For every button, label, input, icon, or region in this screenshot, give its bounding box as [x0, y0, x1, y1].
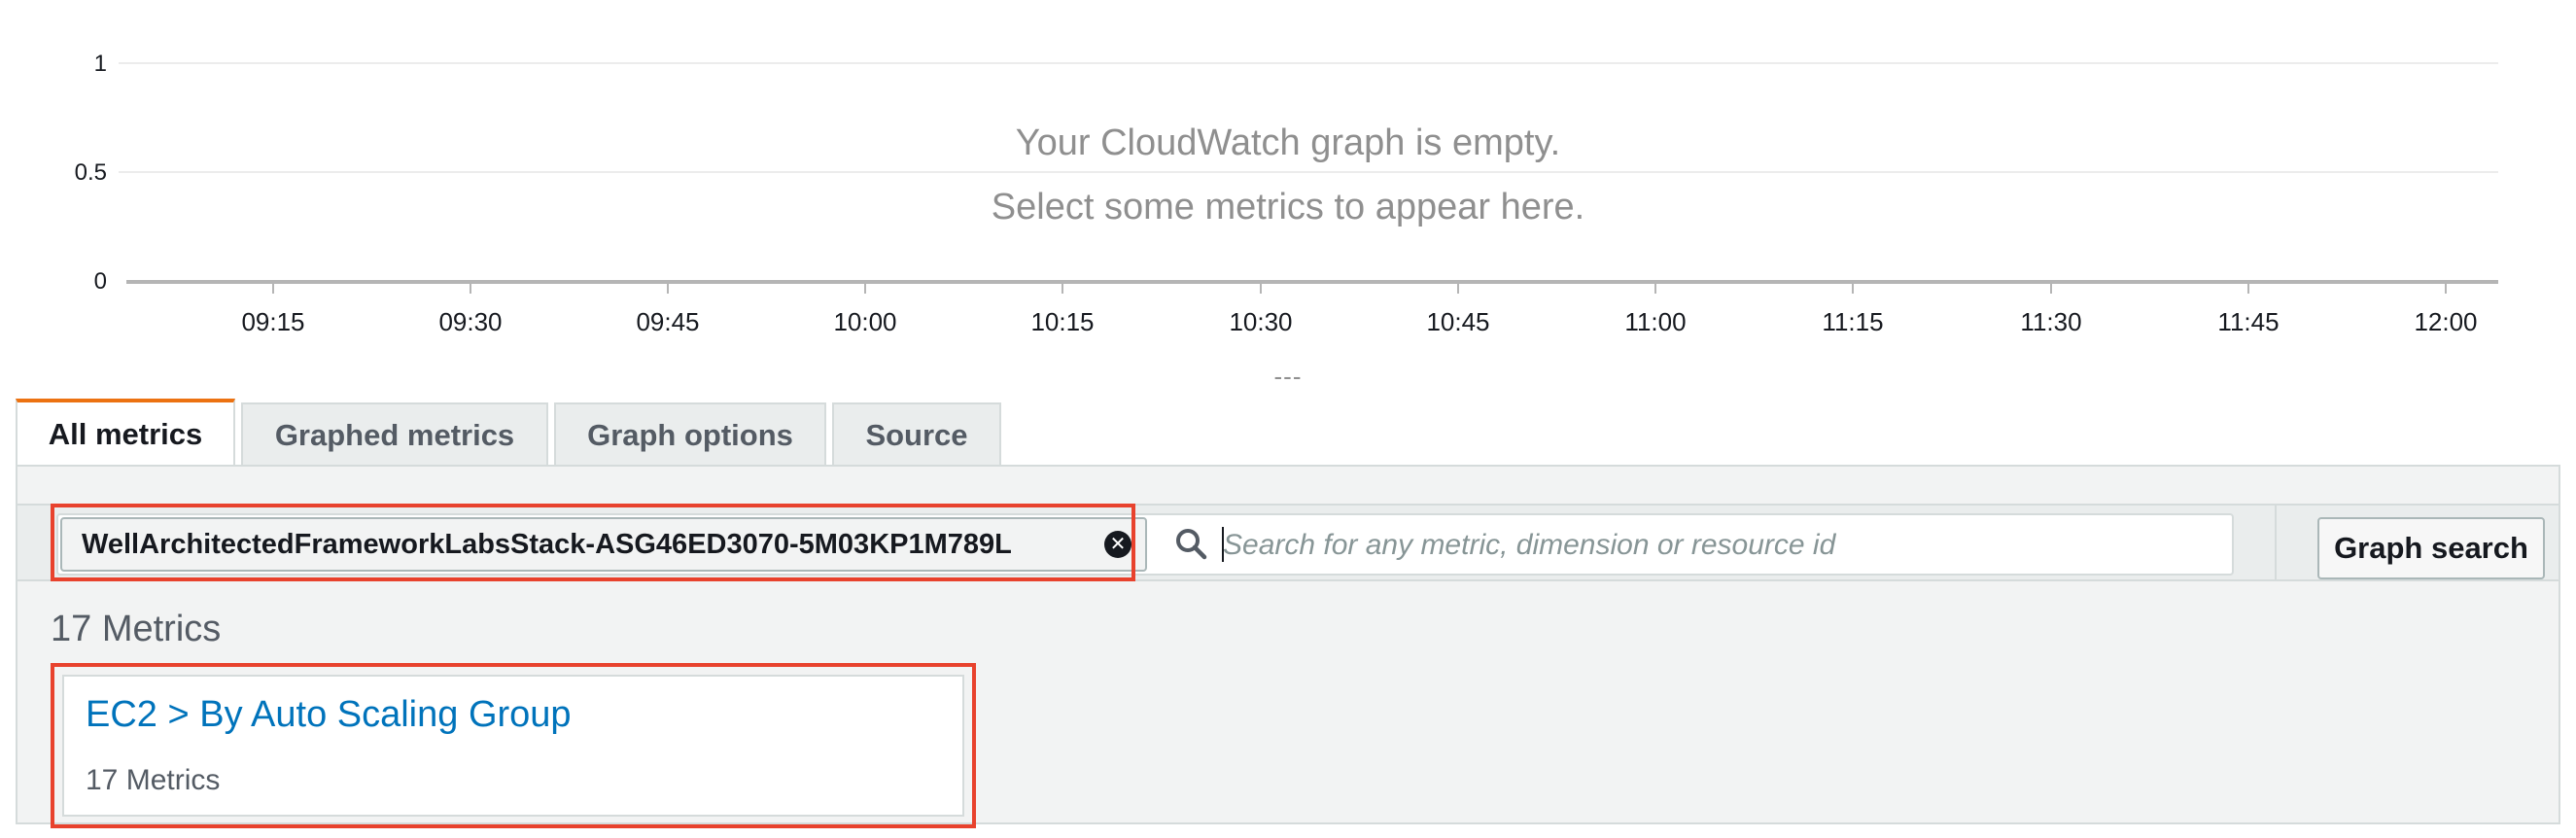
all-metrics-panel: WellArchitectedFrameworkLabsStack-ASG46E…	[16, 465, 2560, 824]
graph-empty-subtitle: Select some metrics to appear here.	[991, 187, 1585, 227]
close-circle-icon[interactable]: ✕	[1104, 531, 1131, 558]
y-tick-label: 0	[93, 268, 107, 295]
x-tick	[1654, 282, 1656, 294]
x-tick	[667, 282, 669, 294]
graph-search-button[interactable]: Graph search	[2317, 517, 2545, 579]
x-tick-label: 11:15	[1822, 307, 1884, 336]
x-tick-label: 10:30	[1229, 307, 1293, 336]
gridline	[119, 62, 2498, 64]
x-tick	[2050, 282, 2052, 294]
x-tick	[2445, 282, 2447, 294]
x-tick-label: 11:00	[1624, 307, 1687, 336]
metrics-count: 17 Metrics	[51, 609, 222, 649]
x-tick-label: 09:15	[241, 307, 305, 336]
toolbar-divider	[2275, 504, 2277, 581]
x-tick	[1457, 282, 1459, 294]
tab-graphed-metrics[interactable]: Graphed metrics	[241, 402, 548, 467]
tab-graph-options[interactable]: Graph options	[554, 402, 826, 467]
tab-source[interactable]: Source	[832, 402, 1001, 467]
x-tick-label: 11:30	[2020, 307, 2082, 336]
x-tick-label: 10:45	[1426, 307, 1490, 336]
search-input[interactable]	[1221, 521, 2216, 570]
x-tick	[470, 282, 471, 294]
search-filter-token-label: WellArchitectedFrameworkLabsStack-ASG46E…	[82, 528, 1012, 560]
x-tick-label: 12:00	[2414, 307, 2478, 336]
x-tick-label: 09:45	[636, 307, 700, 336]
tab-all-metrics[interactable]: All metrics	[16, 399, 235, 467]
metrics-graph: 1 0.5 0 09:15 09:30 09:45 10:00 10:15 10…	[0, 0, 2576, 392]
gridline	[119, 171, 2498, 173]
text-caret	[1222, 527, 1224, 562]
x-tick	[1062, 282, 1063, 294]
graph-empty-title: Your CloudWatch graph is empty.	[1015, 122, 1561, 163]
x-tick-label: 10:00	[833, 307, 897, 336]
x-tick	[1260, 282, 1262, 294]
y-tick-label: 1	[93, 51, 107, 77]
search-filter-token[interactable]: WellArchitectedFrameworkLabsStack-ASG46E…	[60, 517, 1147, 572]
namespace-card[interactable]: EC2 > By Auto Scaling Group 17 Metrics	[62, 675, 964, 817]
search-icon	[1176, 529, 1207, 560]
x-tick	[272, 282, 274, 294]
x-tick	[2247, 282, 2249, 294]
x-tick-label: 11:45	[2217, 307, 2280, 336]
x-axis-line	[126, 280, 2498, 284]
x-tick	[1852, 282, 1854, 294]
x-tick-label: 09:30	[438, 307, 503, 336]
graph-resize-handle[interactable]: ---	[1269, 362, 1307, 392]
x-tick-label: 10:15	[1030, 307, 1095, 336]
x-tick	[864, 282, 866, 294]
namespace-metric-count: 17 Metrics	[86, 764, 221, 796]
namespace-link[interactable]: EC2 > By Auto Scaling Group	[86, 694, 572, 736]
